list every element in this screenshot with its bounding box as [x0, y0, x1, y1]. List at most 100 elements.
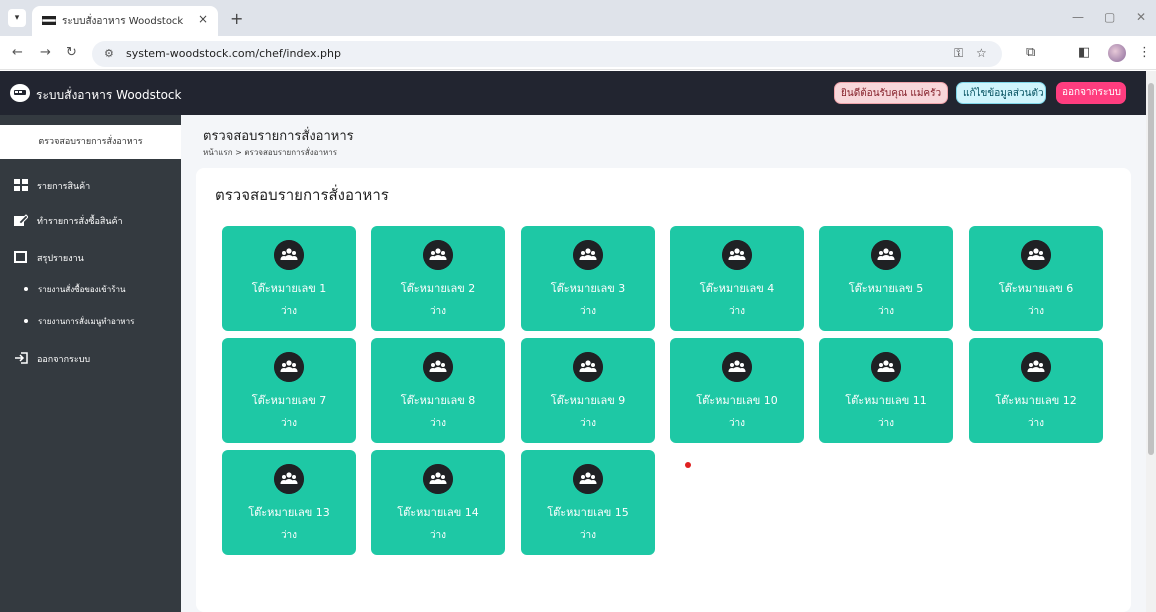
breadcrumb[interactable]: หน้าแรก > ตรวจสอบรายการสั่งอาหาร [203, 146, 337, 159]
table-tile[interactable]: โต๊ะหมายเลข 4 ว่าง [670, 226, 804, 331]
users-icon [871, 240, 901, 270]
card-title: ตรวจสอบรายการสั่งอาหาร [215, 186, 389, 204]
table-status: ว่าง [1027, 306, 1045, 317]
table-status: ว่าง [429, 530, 447, 541]
table-tile[interactable]: โต๊ะหมายเลข 15 ว่าง [521, 450, 655, 555]
close-icon[interactable]: × [198, 12, 208, 26]
table-tile[interactable]: โต๊ะหมายเลข 7 ว่าง [222, 338, 356, 443]
table-status: ว่าง [728, 418, 746, 429]
star-icon[interactable]: ☆ [976, 46, 987, 60]
table-tile[interactable]: โต๊ะหมายเลข 1 ว่าง [222, 226, 356, 331]
table-name: โต๊ะหมายเลข 6 [998, 282, 1074, 295]
table-name: โต๊ะหมายเลข 1 [251, 282, 327, 295]
browser-tab-bar: ▾ ระบบสั่งอาหาร Woodstock × + — ▢ ✕ [0, 0, 1156, 36]
table-status: ว่าง [579, 418, 597, 429]
flag-favicon-icon [42, 16, 56, 25]
bus-logo-icon [10, 84, 30, 102]
table-name: โต๊ะหมายเลข 15 [547, 506, 629, 519]
profile-avatar[interactable] [1108, 44, 1126, 62]
table-tile[interactable]: โต๊ะหมายเลข 3 ว่าง [521, 226, 655, 331]
logout-icon [15, 352, 28, 364]
menu-icon[interactable]: ⋮ [1138, 45, 1151, 60]
sidebar-item-purchase[interactable]: ทำรายการสั่งซื้อสินค้า [0, 211, 181, 231]
users-icon [573, 352, 603, 382]
address-bar[interactable]: ⚙ system-woodstock.com/chef/index.php ⚿ … [92, 41, 1002, 67]
site-info-icon[interactable]: ⚙ [104, 47, 114, 60]
orders-card: ตรวจสอบรายการสั่งอาหาร โต๊ะหมายเลข 1 ว่าง… [196, 168, 1131, 612]
page-scrollbar[interactable] [1146, 71, 1156, 612]
sidebar-item-label: ทำรายการสั่งซื้อสินค้า [37, 217, 123, 227]
table-name: โต๊ะหมายเลข 8 [400, 394, 476, 407]
bullet-icon [24, 319, 28, 323]
grid-icon [14, 179, 28, 191]
table-tile[interactable]: โต๊ะหมายเลข 13 ว่าง [222, 450, 356, 555]
sidebar-item-label: สรุปรายงาน [37, 254, 84, 264]
users-icon [573, 240, 603, 270]
plus-icon[interactable]: + [230, 9, 243, 28]
reload-icon[interactable]: ↻ [66, 45, 77, 60]
table-name: โต๊ะหมายเลข 3 [550, 282, 626, 295]
table-tile[interactable]: โต๊ะหมายเลข 6 ว่าง [969, 226, 1103, 331]
browser-tab[interactable]: ระบบสั่งอาหาร Woodstock × [32, 6, 218, 36]
users-icon [274, 352, 304, 382]
table-name: โต๊ะหมายเลข 13 [248, 506, 330, 519]
main-content: ตรวจสอบรายการสั่งอาหาร หน้าแรก > ตรวจสอบ… [181, 115, 1146, 612]
close-window-icon[interactable]: ✕ [1136, 10, 1146, 24]
restore-icon[interactable]: ▢ [1104, 10, 1115, 24]
table-name: โต๊ะหมายเลข 2 [400, 282, 476, 295]
cursor-dot [685, 462, 691, 468]
report-icon [14, 251, 27, 263]
table-status: ว่าง [728, 306, 746, 317]
scrollbar-thumb[interactable] [1148, 83, 1154, 455]
sidebar-subitem-purchase-report[interactable]: รายงานสั่งซื้อของเข้าร้าน [0, 280, 181, 298]
tab-title: ระบบสั่งอาหาร Woodstock [62, 16, 184, 27]
table-name: โต๊ะหมายเลข 14 [397, 506, 479, 519]
table-tile[interactable]: โต๊ะหมายเลข 5 ว่าง [819, 226, 953, 331]
table-tile[interactable]: โต๊ะหมายเลข 12 ว่าง [969, 338, 1103, 443]
sidebar-item-reports[interactable]: สรุปรายงาน [0, 248, 181, 268]
users-icon [423, 240, 453, 270]
table-tile[interactable]: โต๊ะหมายเลข 8 ว่าง [371, 338, 505, 443]
sidebar-item-check-orders[interactable]: ตรวจสอบรายการสั่งอาหาร [0, 125, 181, 159]
table-status: ว่าง [429, 418, 447, 429]
sidebar-subitem-menu-report[interactable]: รายงานการสั่งเมนูทำอาหาร [0, 312, 181, 330]
users-icon [274, 240, 304, 270]
sidebar-item-label: รายการสินค้า [37, 182, 91, 192]
users-icon [274, 464, 304, 494]
sidebar-subitem-label: รายงานสั่งซื้อของเข้าร้าน [38, 285, 126, 294]
table-name: โต๊ะหมายเลข 5 [848, 282, 924, 295]
minimize-icon[interactable]: — [1072, 10, 1084, 24]
table-tile[interactable]: โต๊ะหมายเลข 2 ว่าง [371, 226, 505, 331]
sidebar-item-logout[interactable]: ออกจากระบบ [0, 349, 181, 369]
table-status: ว่าง [877, 418, 895, 429]
bullet-icon [24, 287, 28, 291]
table-status: ว่าง [280, 418, 298, 429]
users-icon [722, 352, 752, 382]
app-navbar: ระบบสั่งอาหาร Woodstock ยินดีต้อนรับคุณ … [0, 71, 1146, 115]
sidebar-item-products[interactable]: รายการสินค้า [0, 176, 181, 196]
table-name: โต๊ะหมายเลข 12 [995, 394, 1077, 407]
side-panel-icon[interactable]: ◧ [1078, 45, 1090, 60]
table-tile[interactable]: โต๊ะหมายเลข 9 ว่าง [521, 338, 655, 443]
forward-icon[interactable]: → [40, 45, 51, 60]
table-tile[interactable]: โต๊ะหมายเลข 11 ว่าง [819, 338, 953, 443]
users-icon [423, 464, 453, 494]
table-name: โต๊ะหมายเลข 7 [251, 394, 327, 407]
table-tile[interactable]: โต๊ะหมายเลข 14 ว่าง [371, 450, 505, 555]
brand-title[interactable]: ระบบสั่งอาหาร Woodstock [36, 86, 181, 105]
table-tile[interactable]: โต๊ะหมายเลข 10 ว่าง [670, 338, 804, 443]
users-icon [871, 352, 901, 382]
sidebar-item-label: ออกจากระบบ [37, 355, 91, 365]
table-status: ว่าง [280, 306, 298, 317]
sidebar-subitem-label: รายงานการสั่งเมนูทำอาหาร [38, 317, 135, 326]
chevron-down-icon[interactable]: ▾ [8, 9, 26, 27]
extensions-icon[interactable]: ⧉ [1026, 45, 1035, 60]
table-status: ว่าง [280, 530, 298, 541]
back-icon[interactable]: ← [12, 45, 23, 60]
edit-profile-button[interactable]: แก้ไขข้อมูลส่วนตัว [956, 82, 1046, 104]
password-key-icon[interactable]: ⚿ [954, 46, 963, 61]
logout-button[interactable]: ออกจากระบบ [1056, 82, 1126, 104]
table-name: โต๊ะหมายเลข 11 [845, 394, 927, 407]
table-status: ว่าง [579, 530, 597, 541]
url-text[interactable]: system-woodstock.com/chef/index.php [126, 47, 341, 60]
